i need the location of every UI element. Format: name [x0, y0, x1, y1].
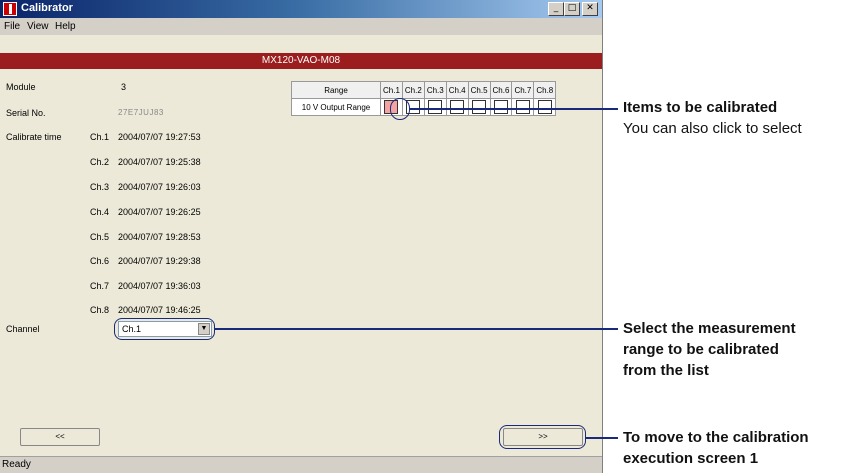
ch-label: Ch.4: [90, 207, 110, 217]
range-col-header: Ch.4: [445, 81, 469, 99]
range-col-header: Ch.3: [423, 81, 447, 99]
ch-time: 2004/07/07 19:27:53: [118, 132, 201, 142]
items-callout: [390, 98, 410, 120]
ch-time: 2004/07/07 19:28:53: [118, 232, 201, 242]
ch-label: Ch.7: [90, 281, 110, 291]
menu-help[interactable]: Help: [55, 21, 76, 32]
ch-label: Ch.8: [90, 305, 110, 315]
ch-time: 2004/07/07 19:46:25: [118, 305, 201, 315]
maximize-button[interactable]: □: [564, 2, 580, 16]
ch-time: 2004/07/07 19:29:38: [118, 256, 201, 266]
range-table: Range Ch.1 Ch.2 Ch.3 Ch.4 Ch.5 Ch.6 Ch.7…: [291, 81, 557, 116]
serial-label: Serial No.: [6, 108, 46, 118]
range-col-header: Ch.8: [533, 81, 557, 99]
items-leader: [410, 108, 618, 110]
menu-bar: File View Help: [0, 18, 602, 35]
calibration-checkbox[interactable]: [515, 100, 530, 114]
ch-time: 2004/07/07 19:26:25: [118, 207, 201, 217]
ch-label: Ch.1: [90, 132, 110, 142]
range-col-header: Ch.5: [467, 81, 491, 99]
range-leader: [215, 328, 618, 330]
calibration-checkbox[interactable]: [428, 100, 443, 114]
calibration-checkbox[interactable]: [493, 100, 508, 114]
ch-label: Ch.5: [90, 232, 110, 242]
module-label: Module: [6, 82, 36, 92]
calibrate-time-label: Calibrate time: [6, 132, 62, 142]
minimize-button[interactable]: _: [548, 2, 564, 16]
next-annotation-l1: To move to the calibration: [623, 429, 809, 446]
next-annotation-l2: execution screen 1: [623, 450, 759, 467]
channel-callout: [114, 318, 215, 340]
range-annotation-l2: range to be calibrated: [623, 341, 779, 358]
range-col-header: Ch.2: [401, 81, 425, 99]
prev-button[interactable]: <<: [20, 428, 100, 446]
menu-file[interactable]: File: [4, 21, 20, 32]
next-callout: [499, 425, 586, 449]
ch-time: 2004/07/07 19:36:03: [118, 281, 201, 291]
range-annotation-l3: from the list: [623, 362, 709, 379]
items-annotation-title: Items to be calibrated: [623, 99, 778, 116]
serial-value: 27E7JUJ83: [118, 108, 164, 117]
app-icon: [3, 2, 17, 16]
items-annotation: Items to be calibrated You can also clic…: [623, 97, 802, 139]
menu-view[interactable]: View: [27, 21, 49, 32]
items-annotation-sub: You can also click to select: [623, 120, 802, 137]
module-banner: MX120-VAO-M08: [0, 53, 602, 69]
calibration-checkbox[interactable]: [472, 100, 487, 114]
status-text: Ready: [2, 459, 31, 470]
module-value: 3: [121, 82, 127, 92]
status-bar: Ready: [0, 456, 602, 473]
range-col-header: Ch.1: [380, 81, 403, 99]
range-col-header: Ch.7: [511, 81, 535, 99]
next-leader: [586, 437, 618, 439]
ch-label: Ch.6: [90, 256, 110, 266]
range-col-header: Ch.6: [489, 81, 513, 99]
range-annotation-l1: Select the measurement: [623, 320, 796, 337]
ch-time: 2004/07/07 19:26:03: [118, 182, 201, 192]
calibration-checkbox[interactable]: [450, 100, 465, 114]
window-title: Calibrator: [21, 2, 73, 14]
ch-label: Ch.2: [90, 157, 110, 167]
range-header: Range: [291, 81, 381, 99]
ch-label: Ch.3: [90, 182, 110, 192]
next-annotation: To move to the calibration execution scr…: [623, 427, 809, 469]
range-annotation: Select the measurement range to be calib…: [623, 318, 796, 381]
ch-time: 2004/07/07 19:25:38: [118, 157, 201, 167]
title-bar[interactable]: Calibrator _ □ ✕: [0, 0, 602, 18]
channel-label: Channel: [6, 324, 40, 334]
range-row-label: 10 V Output Range: [291, 98, 381, 116]
calibration-checkbox[interactable]: [537, 100, 552, 114]
close-button[interactable]: ✕: [582, 2, 598, 16]
calibrator-window: Calibrator _ □ ✕ File View Help MX120-VA…: [0, 0, 603, 473]
